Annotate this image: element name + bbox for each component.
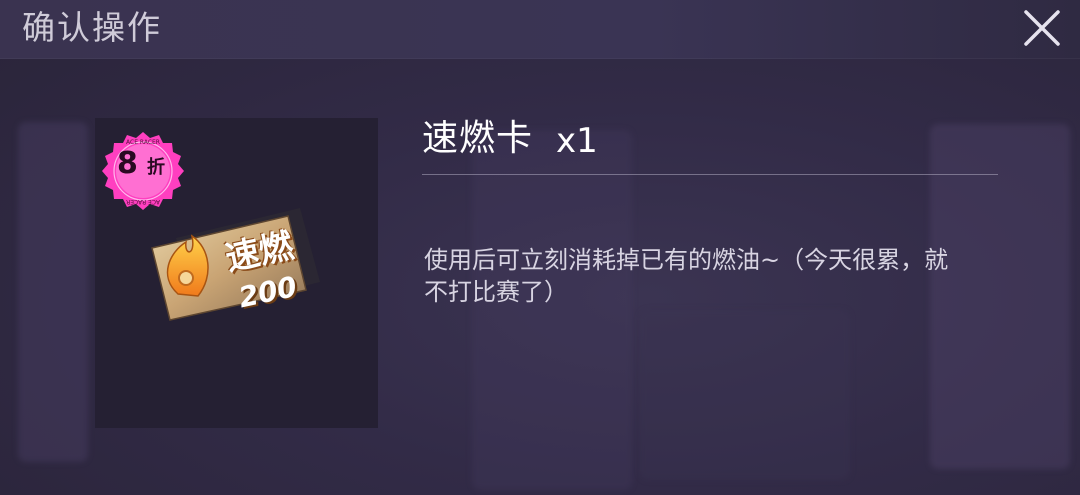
dialog-title: 确认操作 <box>22 8 162 47</box>
close-button[interactable] <box>1020 6 1064 50</box>
background-panel-mid <box>472 130 632 490</box>
item-description: 使用后可立刻消耗掉已有的燃油~（今天很累，就不打比赛了） <box>424 246 949 306</box>
background-panel-left <box>18 122 88 462</box>
svg-text:ACE RACER: ACE RACER <box>126 139 160 146</box>
discount-unit: 折 <box>147 157 165 178</box>
divider <box>422 174 998 175</box>
game-dialog-screen: 确认操作 速燃 200 ACE RACER ACE RACER 8 折 速燃卡 … <box>0 0 1080 495</box>
background-panel-center <box>640 310 850 480</box>
close-icon <box>1024 10 1060 46</box>
dialog-header: 确认操作 <box>0 0 1080 59</box>
discount-badge-icon: ACE RACER ACE RACER <box>102 132 184 210</box>
item-quantity: x1 <box>556 121 598 161</box>
item-name: 速燃卡 <box>422 118 534 159</box>
svg-text:ACE RACER: ACE RACER <box>126 198 160 205</box>
discount-number: 8 <box>117 146 138 181</box>
